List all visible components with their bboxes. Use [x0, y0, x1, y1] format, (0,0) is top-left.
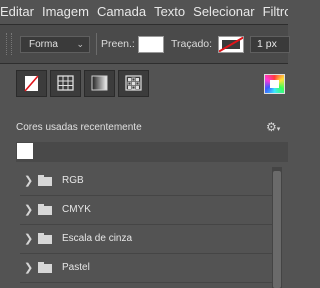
recent-colors-bar: [16, 142, 288, 162]
folder-icon: [38, 233, 52, 244]
recent-colors-label: Cores usadas recentemente: [16, 122, 142, 133]
color-swatches-panel: Cores usadas recentemente ⚙▾ ❯ RGB ❯ CMY…: [0, 64, 288, 288]
menu-imagem[interactable]: Imagem: [38, 0, 93, 24]
folder-name: Pastel: [62, 262, 90, 273]
menu-texto[interactable]: Texto: [150, 0, 189, 24]
fill-type-buttons: [16, 70, 149, 97]
folder-row-escala-de-cinza[interactable]: ❯ Escala de cinza: [20, 225, 272, 254]
grid-icon: [57, 75, 74, 91]
folder-icon: [38, 204, 52, 215]
gear-icon[interactable]: ⚙▾: [266, 120, 280, 134]
menu-camada[interactable]: Camada: [93, 0, 150, 24]
folder-row-pastel[interactable]: ❯ Pastel: [20, 254, 272, 283]
menu-editar[interactable]: Editar: [0, 0, 38, 24]
options-bar-grip[interactable]: [6, 33, 12, 55]
scrollbar-thumb[interactable]: [273, 171, 281, 288]
folder-row-cmyk[interactable]: ❯ CMYK: [20, 196, 272, 225]
list-scrollbar[interactable]: [272, 167, 282, 288]
folder-name: RGB: [62, 175, 84, 186]
stroke-color-swatch[interactable]: [218, 36, 244, 53]
folder-icon: [38, 175, 52, 186]
solid-color-button[interactable]: [50, 70, 81, 97]
chevron-down-icon: ⌄: [76, 39, 84, 49]
recent-color-swatch[interactable]: [17, 143, 33, 159]
folder-icon: [38, 262, 52, 273]
no-color-icon: [24, 75, 39, 92]
no-color-button[interactable]: [16, 70, 47, 97]
pattern-icon: [125, 75, 142, 91]
stroke-width-input[interactable]: 1 px: [250, 36, 290, 53]
stroke-label: Traçado:: [171, 38, 213, 50]
chevron-right-icon[interactable]: ❯: [24, 203, 33, 216]
gradient-icon: [91, 75, 108, 91]
swatch-folder-list: ❯ RGB ❯ CMYK ❯ Escala de cinza ❯ Pastel: [16, 167, 272, 288]
chevron-right-icon[interactable]: ❯: [24, 261, 33, 274]
color-picker-button[interactable]: [264, 74, 285, 94]
menu-selecionar[interactable]: Selecionar: [189, 0, 258, 24]
folder-name: CMYK: [62, 204, 91, 215]
chevron-right-icon[interactable]: ❯: [24, 232, 33, 245]
fill-label: Preen.:: [101, 38, 135, 50]
folder-row-rgb[interactable]: ❯ RGB: [20, 167, 272, 196]
pattern-button[interactable]: [118, 70, 149, 97]
folder-name: Escala de cinza: [62, 233, 133, 244]
gradient-button[interactable]: [84, 70, 115, 97]
menu-bar: Editar Imagem Camada Texto Selecionar Fi…: [0, 0, 288, 24]
tool-mode-select[interactable]: Forma ⌄: [20, 36, 90, 53]
tool-mode-value: Forma: [29, 39, 58, 50]
separator: [96, 33, 97, 55]
chevron-right-icon[interactable]: ❯: [24, 174, 33, 187]
menu-filtro[interactable]: Filtro: [259, 0, 288, 24]
options-bar: Forma ⌄ Preen.: Traçado: 1 px: [0, 24, 290, 64]
color-picker-icon: [270, 80, 279, 88]
fill-color-swatch[interactable]: [138, 36, 164, 53]
